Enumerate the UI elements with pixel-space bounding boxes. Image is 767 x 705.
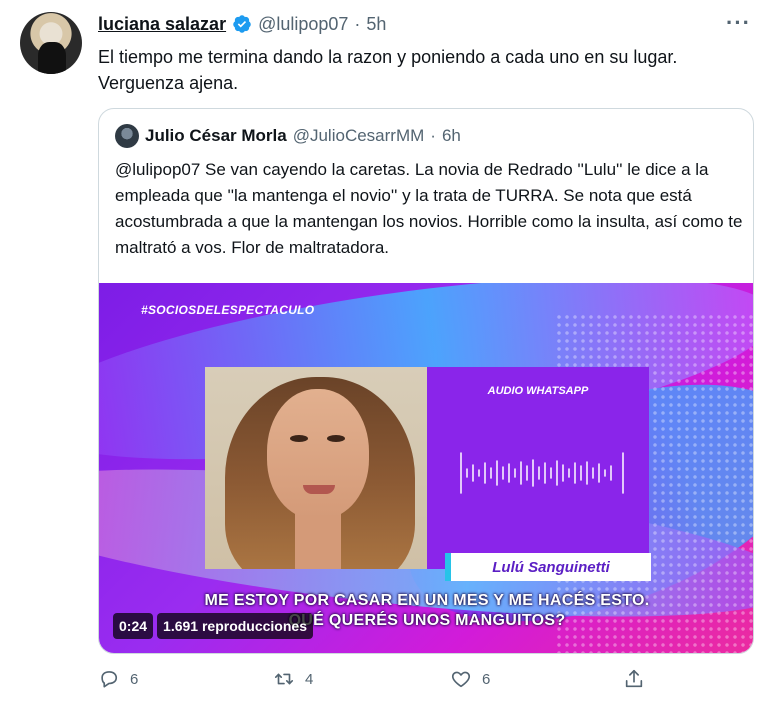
quoted-author-handle: @JulioCesarrMM bbox=[292, 126, 425, 145]
photo-neck bbox=[295, 512, 341, 569]
author-display-name[interactable]: luciana salazar bbox=[98, 14, 226, 35]
author-avatar[interactable] bbox=[20, 12, 82, 74]
woman-photo bbox=[205, 367, 427, 569]
reply-count: 6 bbox=[130, 670, 139, 688]
share-icon bbox=[625, 669, 643, 688]
audio-label: AUDIO WHATSAPP bbox=[487, 385, 589, 397]
like-count: 6 bbox=[482, 670, 491, 688]
tweet-text: El tiempo me termina dando la razon y po… bbox=[98, 47, 678, 93]
photo-eye bbox=[290, 435, 308, 442]
author-handle[interactable]: @lulipop07 bbox=[258, 14, 348, 35]
like-button[interactable]: 6 bbox=[450, 668, 490, 690]
photo-eye bbox=[327, 435, 345, 442]
speaker-name-tag: Lulú Sanguinetti bbox=[445, 553, 651, 581]
photo-face bbox=[267, 389, 369, 519]
like-icon bbox=[451, 671, 471, 688]
quoted-author-avatar bbox=[115, 124, 139, 148]
subtitle-line-1: ME ESTOY POR CASAR EN UN MES Y ME HACÉS … bbox=[204, 592, 650, 609]
quoted-header-separator: · bbox=[430, 126, 436, 145]
share-button[interactable] bbox=[623, 668, 645, 690]
verified-badge-icon bbox=[233, 15, 251, 33]
quoted-tweet-text: @lulipop07 Se van cayendo la caretas. La… bbox=[115, 160, 743, 257]
quoted-tweet-timestamp: 6h bbox=[441, 126, 461, 145]
video-info: 0:24 1.691 reproducciones bbox=[113, 613, 313, 639]
tweet-header: luciana salazar @lulipop07 · 5h bbox=[98, 12, 386, 36]
video-player[interactable]: #SOCIOSDELESPECTACULO AUDIO WHATSAPP Lul… bbox=[99, 283, 753, 653]
tweet-timestamp[interactable]: 5h bbox=[366, 14, 386, 35]
retweet-button[interactable]: 4 bbox=[273, 668, 313, 690]
more-icon[interactable]: ··· bbox=[726, 10, 751, 36]
video-view-count: 1.691 reproducciones bbox=[157, 613, 313, 639]
audio-waveform-icon bbox=[460, 452, 624, 494]
audio-panel: AUDIO WHATSAPP bbox=[427, 367, 649, 569]
tweet-actions: 6 4 6 bbox=[98, 668, 658, 696]
reply-button[interactable]: 6 bbox=[98, 668, 138, 690]
header-separator: · bbox=[354, 13, 361, 34]
video-hashtag: #SOCIOSDELESPECTACULO bbox=[141, 303, 315, 317]
video-duration: 0:24 bbox=[113, 613, 154, 639]
photo-mouth bbox=[303, 485, 335, 494]
retweet-count: 4 bbox=[305, 670, 314, 688]
quoted-author-display-name: Julio César Morla bbox=[145, 126, 287, 145]
quoted-tweet-header: Julio César Morla @JulioCesarrMM · 6h bbox=[115, 123, 461, 149]
reply-icon bbox=[101, 671, 118, 688]
quoted-tweet[interactable]: Julio César Morla @JulioCesarrMM · 6h @l… bbox=[98, 108, 754, 654]
retweet-icon bbox=[274, 673, 294, 685]
